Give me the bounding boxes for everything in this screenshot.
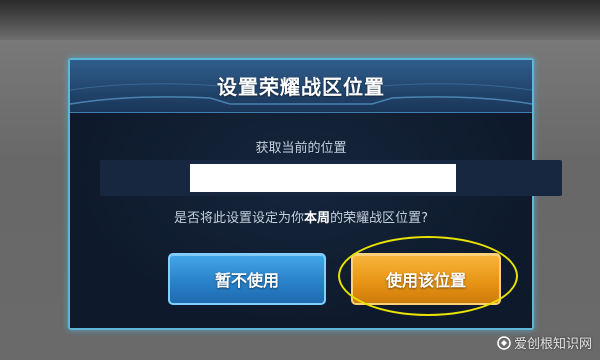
location-value-redacted xyxy=(190,164,456,192)
confirm-question: 是否将此设置设定为你本周的荣耀战区位置? xyxy=(70,207,532,226)
dialog-title: 设置荣耀战区位置 xyxy=(217,75,385,99)
watermark-text: 爱创根知识网 xyxy=(514,337,593,352)
background-top-band xyxy=(0,0,600,40)
location-field xyxy=(100,160,562,196)
use-location-button[interactable]: 使用该位置 xyxy=(351,253,501,305)
cancel-button-label: 暂不使用 xyxy=(214,271,279,290)
question-text-pre: 是否将此设置设定为你 xyxy=(174,211,305,226)
watermark: 爱创根知识网 xyxy=(497,333,592,352)
use-location-button-label: 使用该位置 xyxy=(385,271,466,290)
cancel-button[interactable]: 暂不使用 xyxy=(168,253,326,305)
dialog-header: 设置荣耀战区位置 xyxy=(70,60,532,113)
location-label: 获取当前的位置 xyxy=(255,141,347,156)
watermark-logo-icon xyxy=(497,335,511,350)
question-text-post: 的荣耀战区位置? xyxy=(330,211,428,226)
question-text-bold: 本周 xyxy=(304,211,331,226)
